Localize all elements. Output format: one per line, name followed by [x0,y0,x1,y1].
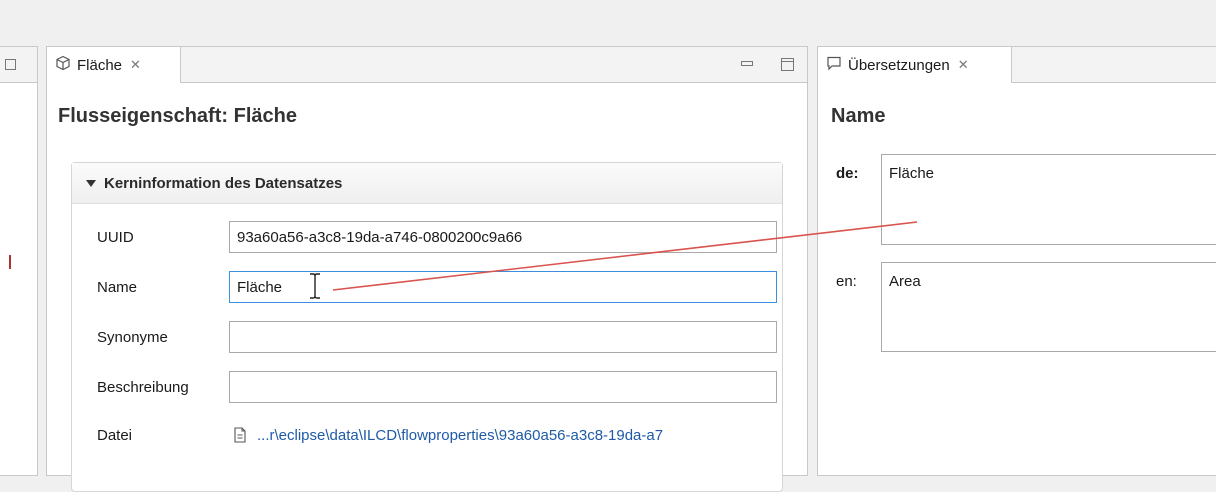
annotation-line [332,221,918,291]
